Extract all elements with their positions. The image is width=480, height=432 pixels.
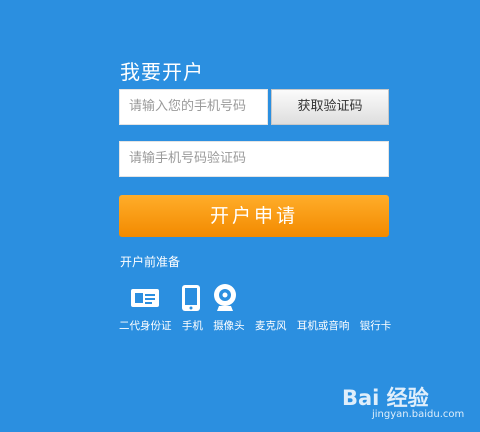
item-microphone: 麦克风 xyxy=(255,320,287,332)
item-id-card: 二代身份证 xyxy=(119,320,172,332)
item-webcam: 摄像头 xyxy=(213,320,245,332)
item-phone: 手机 xyxy=(181,320,203,332)
watermark-url: jingyan.baidu.com xyxy=(372,409,465,420)
webcam-icon xyxy=(211,283,239,317)
watermark: Bai 经验 jingyan.baidu.com xyxy=(340,382,474,426)
preparation-label: 开户前准备 xyxy=(120,255,181,269)
item-bank-card: 银行卡 xyxy=(359,320,392,332)
id-card-icon xyxy=(130,287,160,313)
watermark-logo: Bai 经验 xyxy=(342,386,429,410)
phone-icon xyxy=(181,284,201,316)
phone-number-input[interactable]: 请输入您的手机号码 xyxy=(119,89,268,125)
item-headphones: 耳机或音响 xyxy=(296,320,350,332)
sms-code-input[interactable]: 请输手机号码验证码 xyxy=(119,141,389,177)
preparation-items: 二代身份证 手机 摄像头 麦克风 耳机或音响 银行卡 xyxy=(119,318,398,333)
page-title: 我要开户 xyxy=(120,60,204,84)
submit-button[interactable]: 开户申请 xyxy=(119,195,389,237)
get-code-button[interactable]: 获取验证码 xyxy=(271,89,389,125)
